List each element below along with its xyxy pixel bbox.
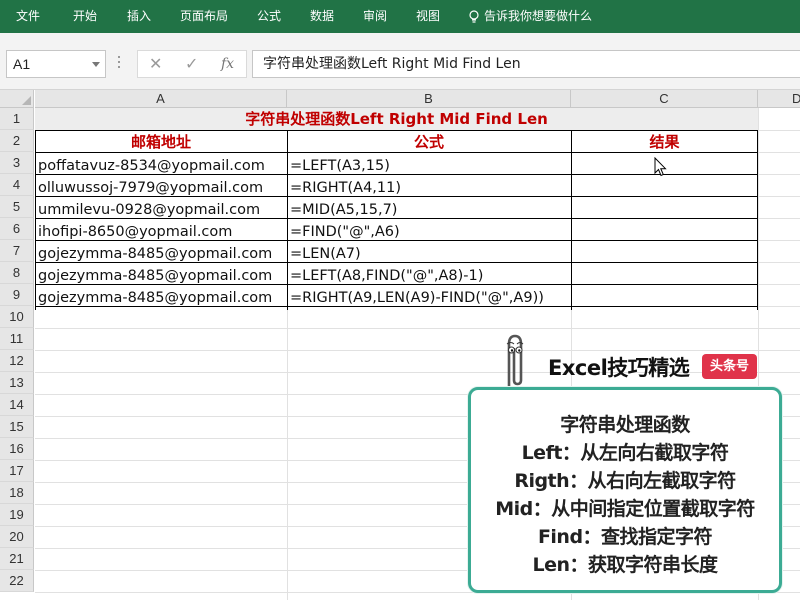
row-header[interactable]: 7 [0, 240, 34, 262]
name-box-value: A1 [13, 56, 31, 72]
row-header[interactable]: 8 [0, 262, 34, 284]
row-header[interactable]: 5 [0, 196, 34, 218]
panel-line-mid: Mid：从中间指定位置截取字符 [495, 498, 755, 520]
result-cell[interactable] [571, 177, 758, 199]
column-header-d[interactable]: D [758, 90, 800, 108]
enter-icon[interactable]: ✓ [185, 54, 198, 73]
formula-cell[interactable]: =RIGHT(A9,LEN(A9)-FIND("@",A9)) [287, 287, 571, 309]
sheet-title-cell[interactable]: 字符串处理函数Left Right Mid Find Len [35, 108, 758, 130]
row-header[interactable]: 3 [0, 152, 34, 174]
header-email[interactable]: 邮箱地址 [35, 131, 287, 153]
tab-home[interactable]: 开始 [73, 0, 97, 33]
email-cell[interactable]: gojezymma-8485@yopmail.com [35, 287, 287, 309]
formula-bar-area: A1 ✕ ✓ fx 字符串处理函数Left Right Mid Find Len [0, 33, 800, 90]
email-cell[interactable]: ihofipi-8650@yopmail.com [35, 221, 287, 243]
tab-view[interactable]: 视图 [416, 0, 440, 33]
row-header[interactable]: 9 [0, 284, 34, 306]
row-header[interactable]: 21 [0, 548, 34, 570]
column-header-a[interactable]: A [35, 90, 287, 108]
tell-me-label: 告诉我你想要做什么 [484, 9, 593, 23]
result-cell[interactable] [571, 287, 758, 309]
panel-line-len: Len：获取字符串长度 [532, 554, 718, 576]
column-header-b[interactable]: B [287, 90, 571, 108]
panel-heading: 字符串处理函数 [560, 414, 690, 436]
row-header[interactable]: 12 [0, 350, 34, 372]
row-header[interactable]: 10 [0, 306, 34, 328]
formula-cell[interactable]: =FIND("@",A6) [287, 221, 571, 243]
tab-formulas[interactable]: 公式 [257, 0, 281, 33]
result-cell[interactable] [571, 221, 758, 243]
panel-line-find: Find：查找指定字符 [537, 526, 713, 548]
email-cell[interactable]: olluwussoj-7979@yopmail.com [35, 177, 287, 199]
row-header[interactable]: 11 [0, 328, 34, 350]
lightbulb-icon [469, 9, 479, 23]
row-header[interactable]: 13 [0, 372, 34, 394]
insert-function-icon[interactable]: fx [221, 56, 234, 72]
paperclip-mascot-icon [501, 334, 529, 393]
row-header[interactable]: 6 [0, 218, 34, 240]
row-header[interactable]: 1 [0, 108, 34, 130]
formula-input[interactable]: 字符串处理函数Left Right Mid Find Len [252, 50, 800, 78]
tab-data[interactable]: 数据 [310, 0, 334, 33]
email-cell[interactable]: gojezymma-8485@yopmail.com [35, 265, 287, 287]
column-header-c[interactable]: C [571, 90, 758, 108]
tab-review[interactable]: 审阅 [363, 0, 387, 33]
row-header[interactable]: 15 [0, 416, 34, 438]
row-header[interactable]: 2 [0, 130, 34, 152]
tab-file[interactable]: 文件 [16, 0, 40, 33]
header-result[interactable]: 结果 [571, 131, 758, 153]
brand-title: Excel技巧精选 [548, 356, 690, 380]
formula-cell[interactable]: =MID(A5,15,7) [287, 199, 571, 221]
email-cell[interactable]: poffatavuz-8534@yopmail.com [35, 155, 287, 177]
select-all-corner[interactable] [0, 90, 34, 108]
panel-line-left: Left：从左向右截取字符 [521, 442, 729, 464]
gridline [35, 350, 800, 351]
panel-line-right: Rigth：从右向左截取字符 [514, 470, 736, 492]
tell-me-box[interactable]: 告诉我你想要做什么 [468, 0, 592, 33]
row-header[interactable]: 19 [0, 504, 34, 526]
row-header[interactable]: 18 [0, 482, 34, 504]
row-header[interactable]: 22 [0, 570, 34, 592]
row-header[interactable]: 4 [0, 174, 34, 196]
formula-cell[interactable]: =LEN(A7) [287, 243, 571, 265]
gridline [35, 328, 800, 329]
tab-page-layout[interactable]: 页面布局 [180, 0, 228, 33]
name-box[interactable]: A1 [6, 50, 106, 78]
row-header[interactable]: 16 [0, 438, 34, 460]
result-cell[interactable] [571, 199, 758, 221]
formula-cell[interactable]: =LEFT(A3,15) [287, 155, 571, 177]
email-cell[interactable]: gojezymma-8485@yopmail.com [35, 243, 287, 265]
row-header[interactable]: 14 [0, 394, 34, 416]
result-cell[interactable] [571, 243, 758, 265]
formula-cell[interactable]: =RIGHT(A4,11) [287, 177, 571, 199]
formula-cell[interactable]: =LEFT(A8,FIND("@",A8)-1) [287, 265, 571, 287]
toutiao-badge: 头条号 [702, 354, 757, 379]
tab-insert[interactable]: 插入 [127, 0, 151, 33]
formula-buttons: ✕ ✓ fx [137, 50, 247, 78]
mouse-pointer-icon [654, 157, 667, 177]
row-header[interactable]: 20 [0, 526, 34, 548]
result-cell[interactable] [571, 265, 758, 287]
drag-handle-icon[interactable] [118, 56, 121, 72]
function-tips-panel: 字符串处理函数 Left：从左向右截取字符 Rigth：从右向左截取字符 Mid… [468, 387, 782, 593]
email-cell[interactable]: ummilevu-0928@yopmail.com [35, 199, 287, 221]
header-formula[interactable]: 公式 [287, 131, 571, 153]
cancel-icon[interactable]: ✕ [149, 54, 162, 73]
chevron-down-icon[interactable] [92, 62, 100, 67]
ribbon-tab-bar: 文件 开始 插入 页面布局 公式 数据 审阅 视图 告诉我你想要做什么 [0, 0, 800, 33]
row-header[interactable]: 17 [0, 460, 34, 482]
